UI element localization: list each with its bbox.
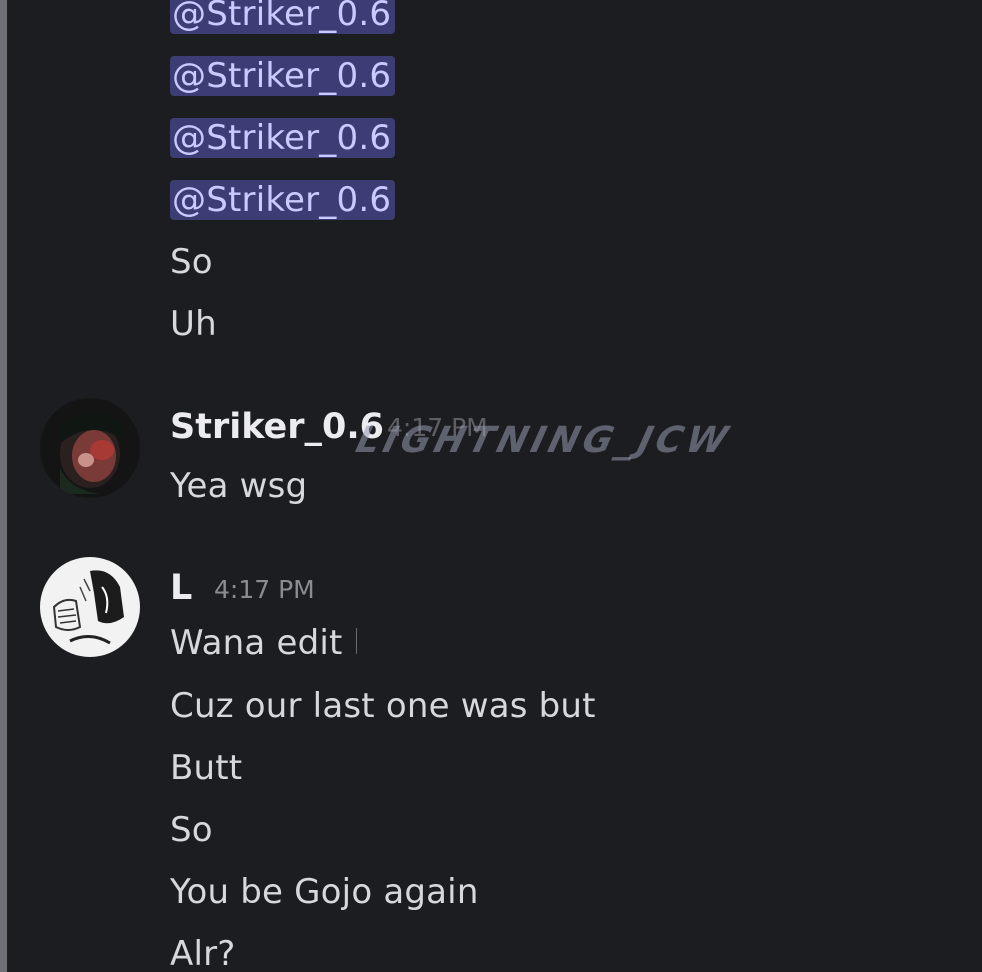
- message-line: Uh: [170, 304, 217, 344]
- avatar-image: [40, 398, 140, 498]
- message-timestamp: 4:17 PM: [214, 575, 315, 604]
- user-avatar-striker[interactable]: [40, 398, 140, 498]
- message-line: @Striker_0.6: [170, 54, 396, 98]
- user-avatar-l[interactable]: [40, 557, 140, 657]
- message-line: Cuz our last one was but: [170, 686, 596, 726]
- message-line: Butt: [170, 748, 243, 788]
- message-line: @Striker_0.6: [170, 116, 396, 160]
- chat-message-list[interactable]: @Striker_0.6 @Striker_0.6 @Striker_0.6 @…: [7, 0, 982, 972]
- user-mention[interactable]: @Striker_0.6: [170, 180, 396, 220]
- message-line: So: [170, 242, 213, 282]
- message-line: So: [170, 810, 213, 850]
- message-author-name[interactable]: Striker_0.6: [170, 405, 384, 449]
- window-edge: [0, 0, 7, 972]
- user-mention[interactable]: @Striker_0.6: [170, 118, 396, 158]
- message-line: Alr?: [170, 934, 236, 972]
- avatar-image: [40, 557, 140, 657]
- message-author-name[interactable]: L: [170, 566, 192, 610]
- message-line: @Striker_0.6: [170, 0, 396, 36]
- message-line: You be Gojo again: [170, 872, 479, 912]
- watermark-text: LIGHTNING_JCW: [351, 420, 736, 461]
- user-mention[interactable]: @Striker_0.6: [170, 56, 396, 96]
- user-mention[interactable]: @Striker_0.6: [170, 0, 396, 34]
- video-glitch-overlay: [357, 628, 487, 658]
- message-line: @Striker_0.6: [170, 178, 396, 222]
- message-line: Yea wsg: [170, 466, 308, 506]
